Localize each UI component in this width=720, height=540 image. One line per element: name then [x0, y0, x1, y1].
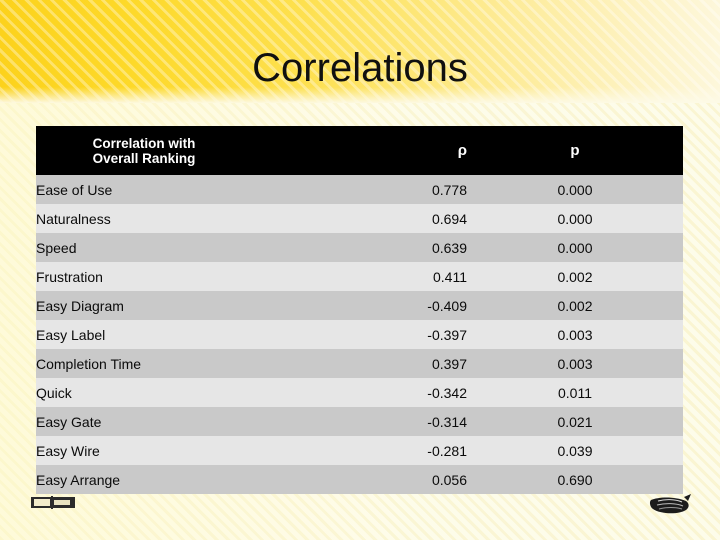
- slide-canvas: Correlations Correlation with Overall Ra…: [0, 0, 720, 540]
- cell-measure-label: Easy Arrange: [36, 465, 252, 494]
- table-row: Easy Label -0.397 0.003: [36, 320, 683, 349]
- cell-p-value: 0.000: [467, 204, 683, 233]
- cell-measure-label: Quick: [36, 378, 252, 407]
- cell-rho-value: 0.694: [252, 204, 467, 233]
- bracket-ornament-icon: [31, 496, 75, 509]
- cell-p-value: 0.002: [467, 291, 683, 320]
- cell-p-value: 0.002: [467, 262, 683, 291]
- cell-measure-label: Ease of Use: [36, 175, 252, 204]
- table-row: Easy Wire -0.281 0.039: [36, 436, 683, 465]
- cell-p-value: 0.021: [467, 407, 683, 436]
- correlations-table: Correlation with Overall Ranking ρ p Eas…: [36, 126, 683, 494]
- cell-p-value: 0.690: [467, 465, 683, 494]
- cell-measure-label: Easy Wire: [36, 436, 252, 465]
- column-header-p: p: [467, 126, 683, 175]
- column-header-rho: ρ: [252, 126, 467, 175]
- column-header-measure-line1: Correlation with: [92, 135, 196, 151]
- cell-measure-label: Frustration: [36, 262, 252, 291]
- cell-measure-label: Easy Diagram: [36, 291, 252, 320]
- table-row: Frustration 0.411 0.002: [36, 262, 683, 291]
- cell-rho-value: -0.409: [252, 291, 467, 320]
- cell-p-value: 0.003: [467, 320, 683, 349]
- cell-rho-value: -0.342: [252, 378, 467, 407]
- cell-p-value: 0.000: [467, 175, 683, 204]
- cell-rho-value: -0.397: [252, 320, 467, 349]
- table-row: Speed 0.639 0.000: [36, 233, 683, 262]
- page-title: Correlations: [252, 46, 468, 90]
- column-header-measure-line2: Overall Ranking: [92, 150, 196, 166]
- table-header: Correlation with Overall Ranking ρ p: [36, 126, 683, 175]
- table-row: Quick -0.342 0.011: [36, 378, 683, 407]
- table-row: Completion Time 0.397 0.003: [36, 349, 683, 378]
- table-header-row: Correlation with Overall Ranking ρ p: [36, 126, 683, 175]
- table-row: Easy Gate -0.314 0.021: [36, 407, 683, 436]
- cell-rho-value: 0.639: [252, 233, 467, 262]
- cell-measure-label: Speed: [36, 233, 252, 262]
- table-row: Naturalness 0.694 0.000: [36, 204, 683, 233]
- table-row: Easy Arrange 0.056 0.690: [36, 465, 683, 494]
- cell-measure-label: Completion Time: [36, 349, 252, 378]
- cell-p-value: 0.000: [467, 233, 683, 262]
- cell-rho-value: -0.281: [252, 436, 467, 465]
- cell-rho-value: 0.056: [252, 465, 467, 494]
- cell-rho-value: -0.314: [252, 407, 467, 436]
- cell-measure-label: Easy Label: [36, 320, 252, 349]
- cell-rho-value: 0.397: [252, 349, 467, 378]
- cell-rho-value: 0.778: [252, 175, 467, 204]
- table-row: Easy Diagram -0.409 0.002: [36, 291, 683, 320]
- table-body: Ease of Use 0.778 0.000 Naturalness 0.694 0.0…: [36, 175, 683, 494]
- column-header-measure: Correlation with Overall Ranking: [36, 126, 252, 175]
- cell-p-value: 0.039: [467, 436, 683, 465]
- fan-swoosh-ornament-icon: [649, 494, 691, 514]
- cell-p-value: 0.003: [467, 349, 683, 378]
- cell-rho-value: 0.411: [252, 262, 467, 291]
- table-row: Ease of Use 0.778 0.000: [36, 175, 683, 204]
- cell-measure-label: Naturalness: [36, 204, 252, 233]
- cell-p-value: 0.011: [467, 378, 683, 407]
- cell-measure-label: Easy Gate: [36, 407, 252, 436]
